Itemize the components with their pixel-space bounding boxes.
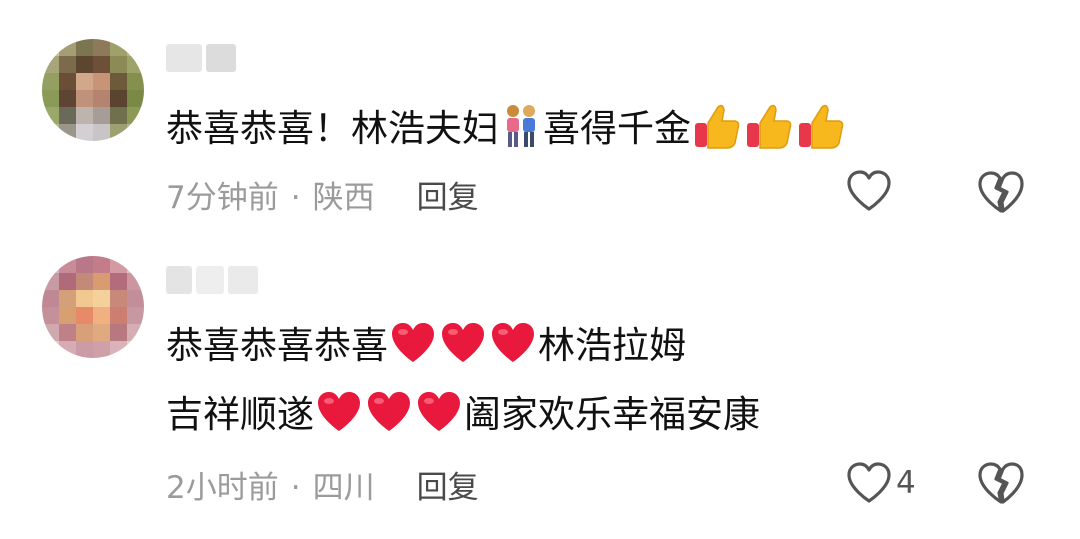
red-heart-emoji <box>392 323 434 362</box>
separator: · <box>290 180 301 216</box>
comment-meta: 2小时前 · 四川 回复 <box>166 462 479 507</box>
thumbs-up-emoji <box>799 104 844 149</box>
broken-heart-icon[interactable] <box>976 461 1026 505</box>
red-heart-emoji <box>318 392 360 431</box>
reply-button[interactable]: 回复 <box>417 180 479 216</box>
username-blurred[interactable] <box>166 44 240 74</box>
red-heart-emoji <box>492 323 534 362</box>
red-heart-emoji <box>368 392 410 431</box>
username-blurred[interactable] <box>166 266 262 296</box>
avatar[interactable] <box>42 256 144 358</box>
comment-text-line-2: 吉祥顺遂 阖家欢乐幸福安康 <box>166 389 760 439</box>
thumbs-up-emoji <box>747 104 792 149</box>
like-button[interactable]: 4 <box>846 458 916 508</box>
comment-text: 恭喜恭喜！林浩夫妇 喜得千金 <box>166 101 847 153</box>
timestamp: 2小时前 <box>166 470 279 506</box>
broken-heart-icon[interactable] <box>976 170 1026 214</box>
couple-emoji <box>507 105 535 147</box>
red-heart-emoji <box>442 323 484 362</box>
location: 陕西 <box>312 180 375 216</box>
separator: · <box>290 470 301 506</box>
timestamp: 7分钟前 <box>166 180 279 216</box>
red-heart-emoji <box>418 392 460 431</box>
reply-button[interactable]: 回复 <box>417 470 479 506</box>
like-count: 4 <box>896 465 916 501</box>
avatar[interactable] <box>42 39 144 141</box>
heart-outline-icon <box>847 462 891 503</box>
comment-text-line-1: 恭喜恭喜恭喜 林浩拉姆 <box>166 320 686 370</box>
thumbs-up-emoji <box>695 104 740 149</box>
like-button[interactable] <box>846 166 896 216</box>
comment-meta: 7分钟前 · 陕西 回复 <box>166 172 479 217</box>
location: 四川 <box>312 470 375 506</box>
heart-outline-icon <box>847 170 891 211</box>
